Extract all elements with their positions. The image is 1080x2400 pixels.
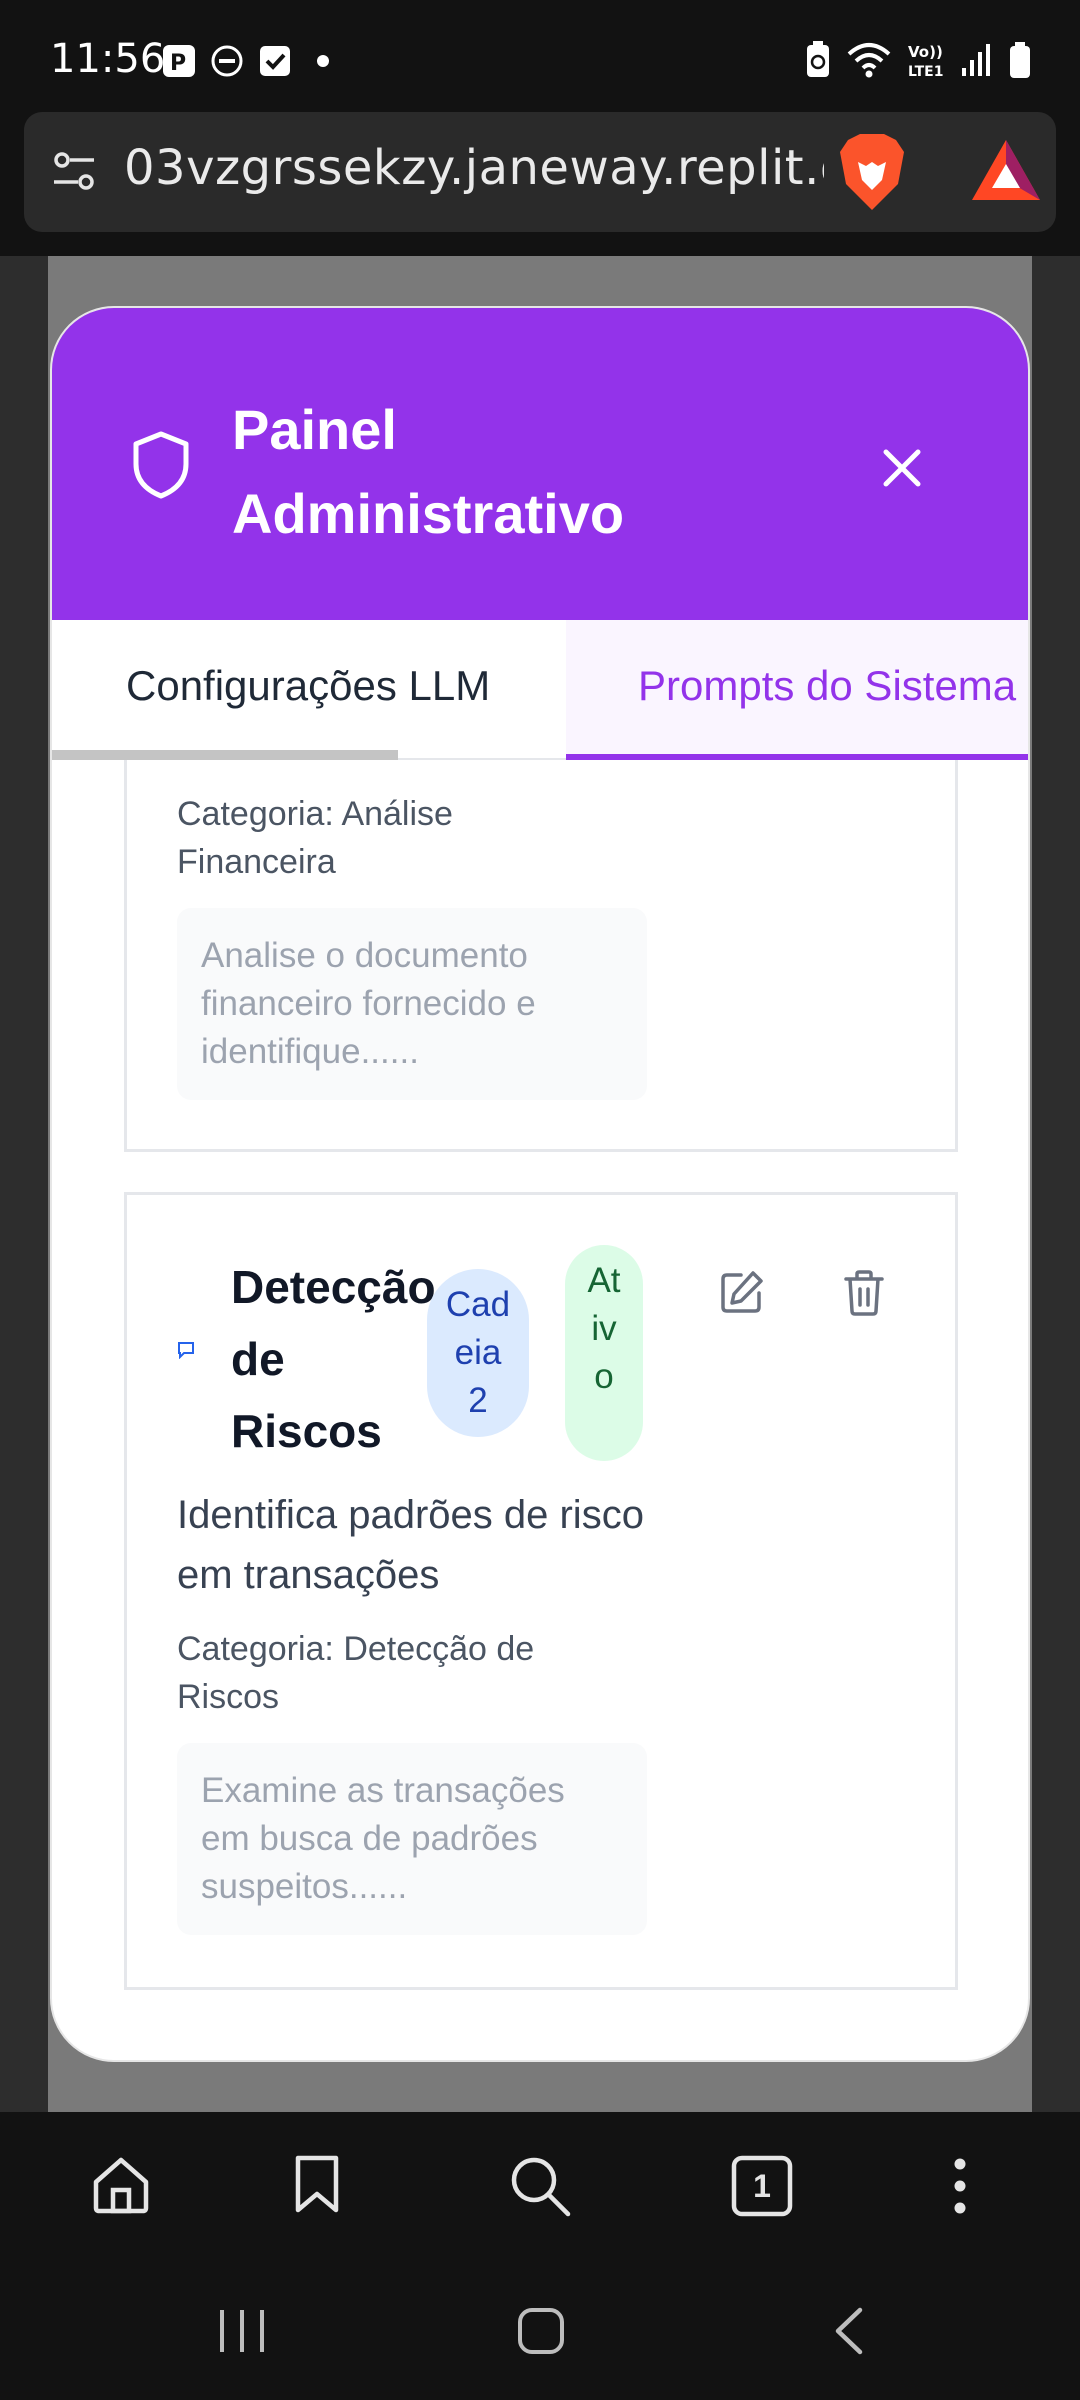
tune-icon[interactable]: [50, 148, 98, 196]
battery-icon: [1010, 42, 1030, 78]
svg-text:P: P: [170, 51, 186, 76]
address-bar[interactable]: 03vzgrssekzy.janeway.replit.dev: [24, 112, 1056, 232]
recents-icon[interactable]: [216, 2306, 268, 2356]
prompt-category: Categoria: Detecção de Riscos: [177, 1630, 535, 1716]
bookmark-icon[interactable]: [292, 2154, 342, 2216]
prompt-category: Categoria: Análise Financeira: [177, 795, 453, 881]
svg-text:Vo)): Vo)): [908, 43, 943, 61]
dot-icon: [317, 55, 329, 67]
prompt-name: Detecção de Riscos: [231, 1261, 436, 1457]
tabs-count: 1: [753, 2168, 771, 2204]
close-icon[interactable]: [872, 438, 932, 498]
status-left-icons: P: [162, 44, 340, 78]
tab-system-prompts-label: Prompts do Sistema: [638, 662, 1017, 709]
battery-saver-icon: [807, 41, 829, 77]
system-nav-bar: [0, 2260, 1080, 2400]
bat-rewards-icon[interactable]: [968, 136, 1044, 206]
wifi-icon: [847, 43, 891, 78]
tab-scroll-indicator[interactable]: [52, 750, 398, 760]
url-text[interactable]: 03vzgrssekzy.janeway.replit.dev: [124, 140, 824, 196]
svg-text:LTE1: LTE1: [908, 64, 943, 80]
chain-badge: Cadeia 2: [427, 1269, 529, 1437]
tab-llm-settings[interactable]: Configurações LLM: [52, 620, 566, 760]
tabs-icon[interactable]: 1: [730, 2154, 794, 2218]
prompt-preview: Examine as transações em busca de padrõe…: [177, 1743, 647, 1935]
tab-system-prompts[interactable]: Prompts do Sistema: [566, 620, 1028, 760]
modal-header: Painel Administrativo: [52, 308, 1028, 620]
dnd-icon: [211, 45, 243, 77]
shield-icon: [133, 431, 189, 499]
tab-llm-settings-label: Configurações LLM: [126, 662, 491, 709]
modal-title: Painel Administrativo: [232, 398, 625, 545]
browser-toolbar: 03vzgrssekzy.janeway.replit.dev: [0, 112, 1080, 256]
status-badge: Ativo: [565, 1245, 643, 1461]
more-icon[interactable]: [950, 2154, 970, 2218]
edit-icon[interactable]: [719, 1269, 765, 1315]
trash-icon[interactable]: [843, 1269, 885, 1317]
home-button-icon[interactable]: [516, 2306, 566, 2356]
volte-icon: Vo)) LTE1: [908, 43, 943, 80]
parking-icon: P: [163, 45, 195, 77]
back-icon[interactable]: [828, 2306, 868, 2356]
chat-icon: [178, 1342, 194, 1359]
prompt-description: Identifica padrões de risco em transaçõe…: [177, 1493, 644, 1597]
prompt-card: Detecção de Riscos Cadeia 2 Ativo Identi…: [124, 1192, 958, 1990]
signal-icon: [962, 44, 990, 76]
search-icon[interactable]: [508, 2154, 572, 2218]
home-icon[interactable]: [90, 2154, 152, 2216]
status-bar: 11:56 P Vo)) LTE1: [0, 0, 1080, 112]
prompt-card: Categoria: Análise Financeira Analise o …: [124, 760, 958, 1152]
prompt-preview: Analise o documento financeiro fornecido…: [177, 908, 647, 1100]
brave-lion-icon[interactable]: [836, 132, 908, 212]
admin-modal: Painel Administrativo Configurações LLM …: [50, 306, 1030, 2062]
status-time: 11:56: [50, 36, 166, 82]
tab-bar: Configurações LLM Prompts do Sistema: [52, 620, 1028, 760]
checkbox-icon: [260, 46, 290, 76]
browser-bottom-bar: 1: [0, 2112, 1080, 2260]
status-right-icons: Vo)) LTE1: [804, 40, 1032, 80]
